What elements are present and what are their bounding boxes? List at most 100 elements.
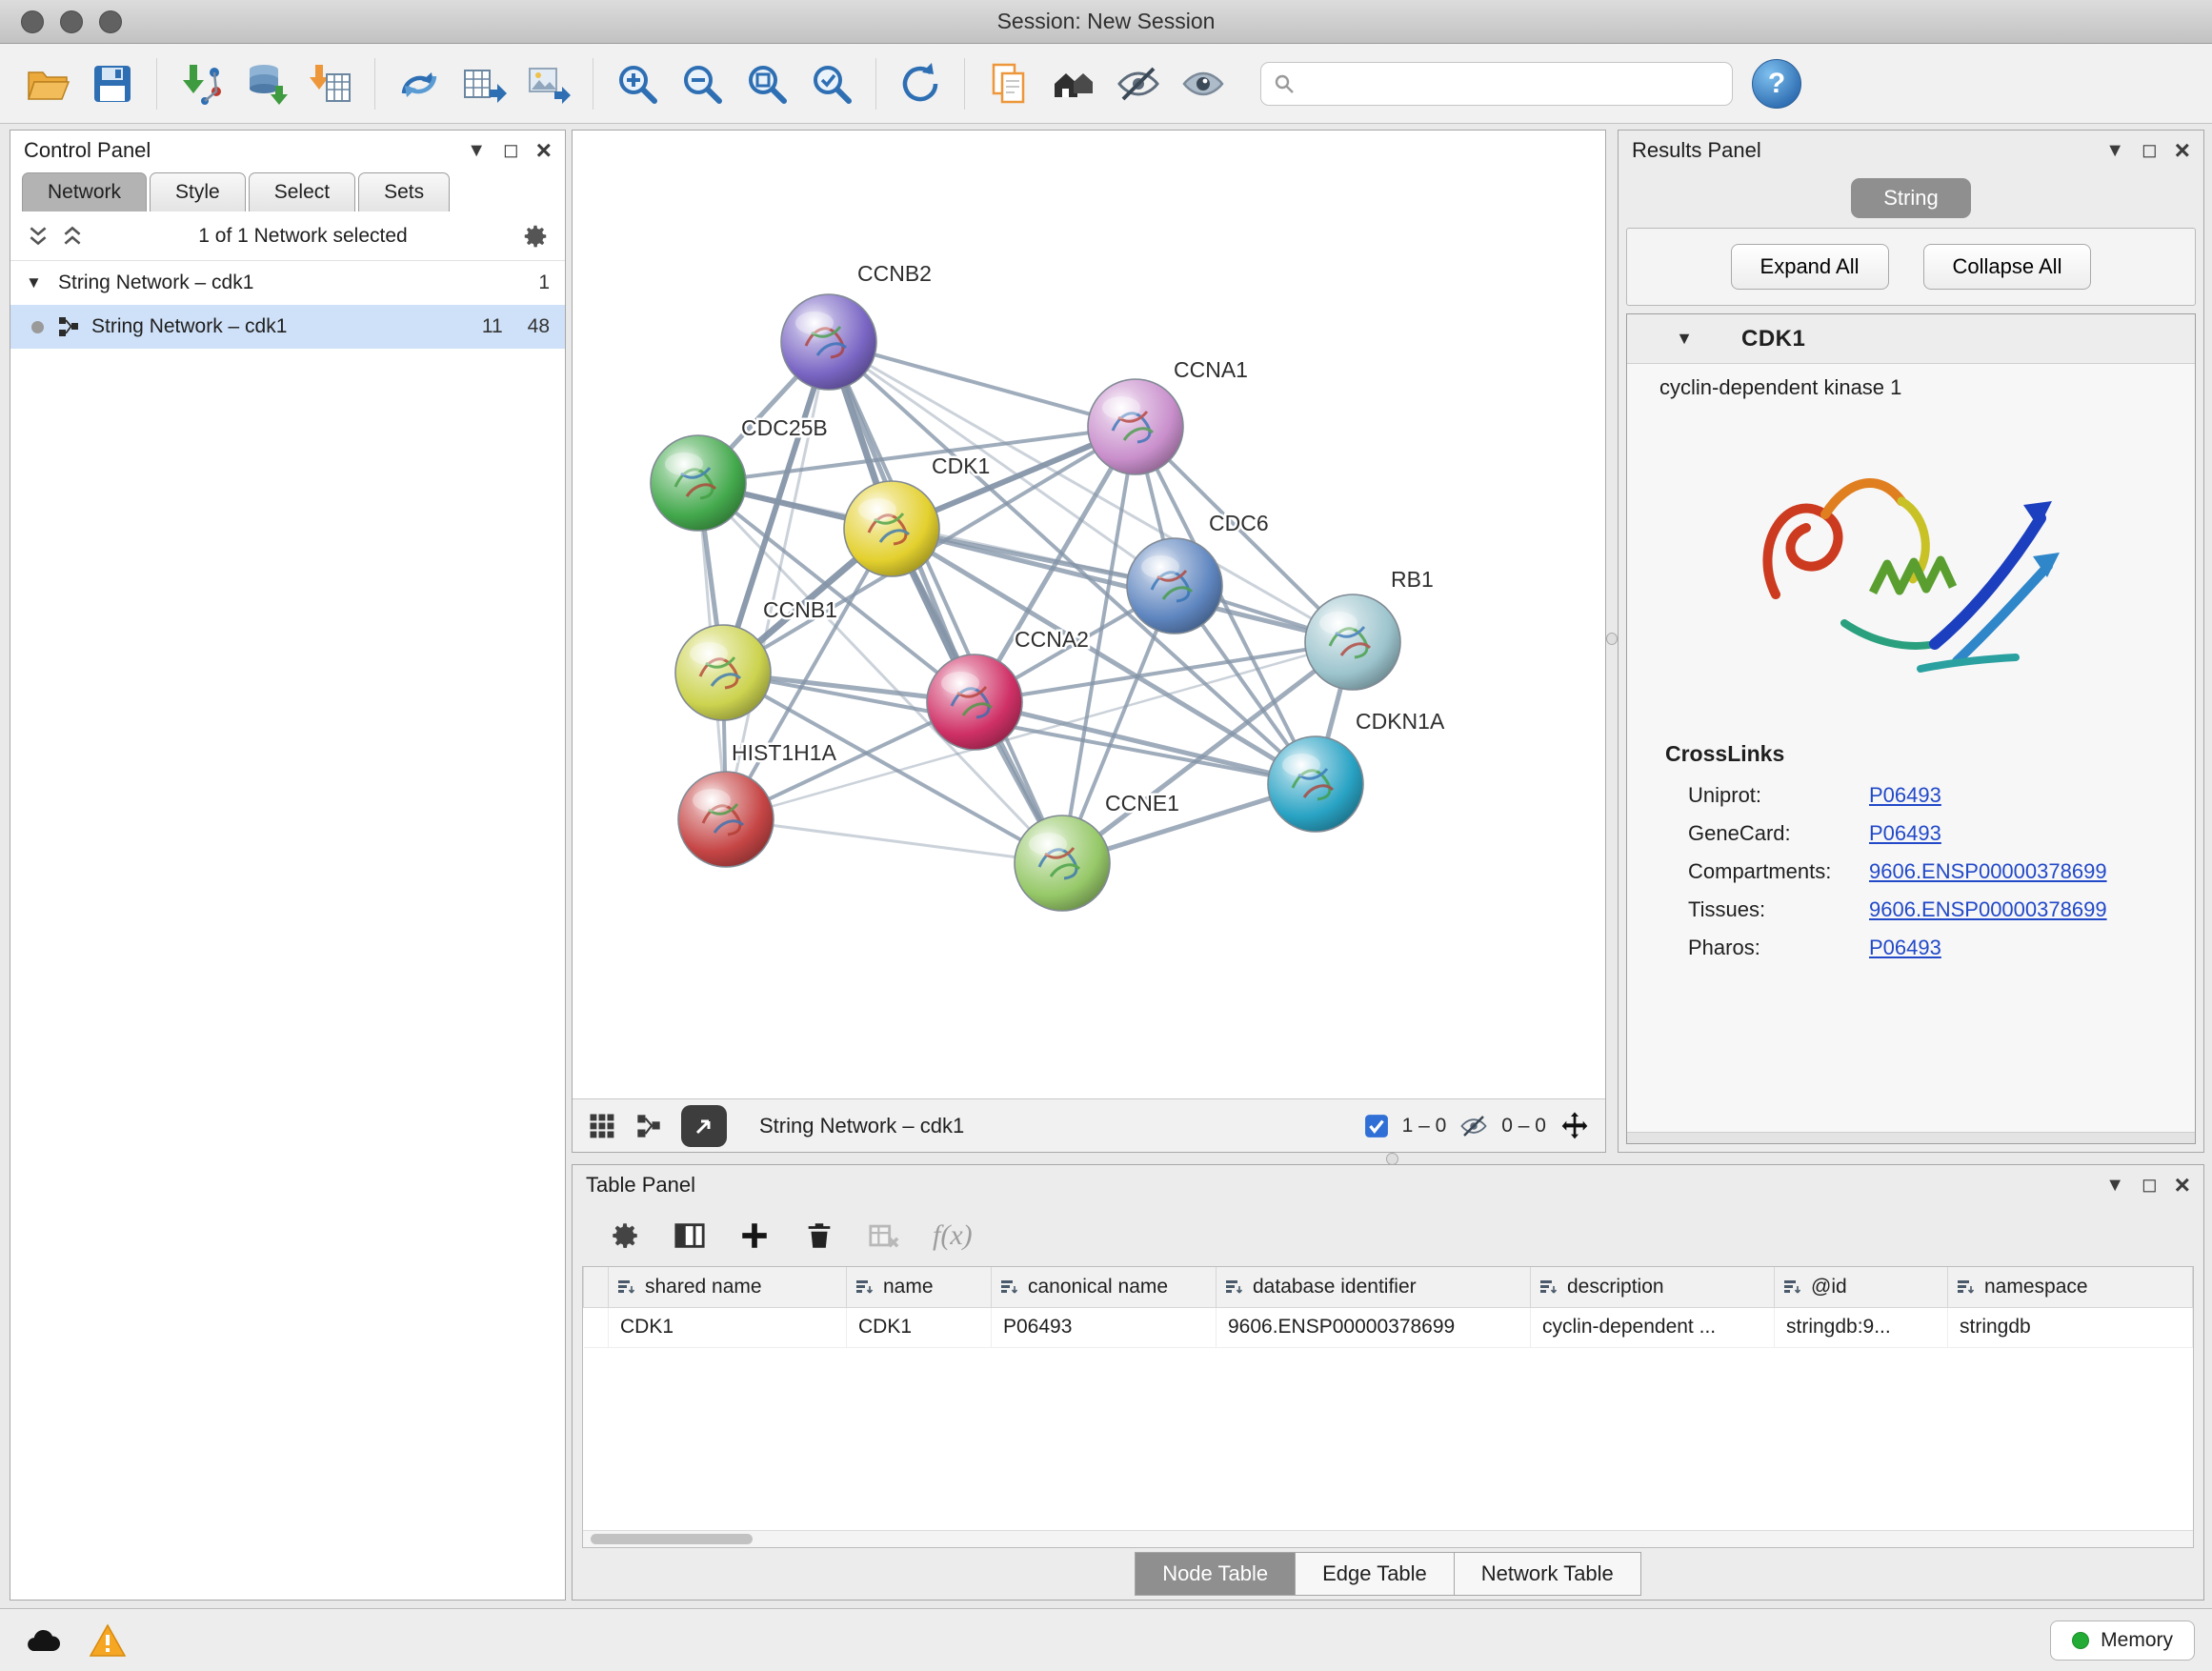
cloud-status-button[interactable] (17, 1620, 69, 1661)
node-CCNA2[interactable] (927, 654, 1022, 750)
import-network-database-button[interactable] (233, 51, 298, 116)
node-CDC25B[interactable] (651, 435, 746, 531)
crosslink-compartments-link[interactable]: 9606.ENSP00000378699 (1869, 859, 2107, 884)
network-options-gear-icon[interactable] (521, 222, 550, 251)
network-merge-button[interactable] (387, 51, 452, 116)
column-header-name[interactable]: name (847, 1267, 992, 1307)
close-panel-icon[interactable]: × (2175, 137, 2190, 164)
panel-menu-icon[interactable]: ▼ (2105, 1176, 2124, 1195)
column-header-canonical-name[interactable]: canonical name (992, 1267, 1217, 1307)
edge-HIST1H1A-CCNE1[interactable] (726, 819, 1062, 863)
open-in-new-window-button[interactable] (681, 1105, 727, 1147)
table-options-gear-button[interactable] (609, 1219, 641, 1252)
help-button[interactable]: ? (1752, 59, 1801, 109)
crosslink-tissues-link[interactable]: 9606.ENSP00000378699 (1869, 897, 2107, 922)
tab-style[interactable]: Style (150, 172, 246, 211)
zoom-out-button[interactable] (670, 51, 734, 116)
memory-button[interactable]: Memory (2050, 1621, 2195, 1661)
expand-all-networks-icon[interactable] (26, 224, 50, 249)
hidden-eye-slash-icon[interactable] (1459, 1112, 1488, 1140)
tab-network-table[interactable]: Network Table (1455, 1552, 1641, 1596)
network-canvas[interactable]: CCNB2CCNA1CDC25BCDK1CDC6RB1CCNB1CCNA2CDK… (573, 131, 1605, 1098)
string-results-tab[interactable]: String (1851, 178, 1970, 218)
search-input[interactable] (1296, 71, 1720, 96)
crosslink-uniprot-link[interactable]: P06493 (1869, 783, 1941, 808)
table-horizontal-scrollbar[interactable] (583, 1530, 2193, 1547)
minimize-window-button[interactable] (60, 10, 83, 33)
float-panel-icon[interactable]: ◻ (503, 141, 519, 160)
node-CCNA1[interactable] (1088, 379, 1183, 474)
column-header-database-identifier[interactable]: database identifier (1217, 1267, 1531, 1307)
node-HIST1H1A[interactable] (678, 772, 774, 867)
zoom-fit-button[interactable] (734, 51, 799, 116)
zoom-window-button[interactable] (99, 10, 122, 33)
edge-CDK1-RB1[interactable] (892, 529, 1353, 642)
tab-select[interactable]: Select (249, 172, 355, 211)
import-network-file-button[interactable] (169, 51, 233, 116)
gene-expander-icon[interactable]: ▼ (1627, 329, 1741, 349)
tab-edge-table[interactable]: Edge Table (1296, 1552, 1455, 1596)
collection-expander-icon[interactable]: ▼ (26, 273, 47, 292)
node-CDC6[interactable] (1127, 538, 1222, 634)
zoom-in-button[interactable] (605, 51, 670, 116)
crosslink-pharos-link[interactable]: P06493 (1869, 936, 1941, 960)
share-network-icon[interactable] (635, 1113, 662, 1139)
close-panel-icon[interactable]: × (536, 137, 552, 164)
node-CCNE1[interactable] (1015, 815, 1110, 911)
gene-header[interactable]: ▼ CDK1 (1627, 314, 2195, 364)
tab-sets[interactable]: Sets (358, 172, 450, 211)
column-header-shared-name[interactable]: shared name (609, 1267, 847, 1307)
create-column-button[interactable] (738, 1219, 771, 1252)
warnings-button[interactable] (82, 1620, 133, 1661)
export-image-button[interactable] (516, 51, 581, 116)
results-scrollbar[interactable] (1627, 1132, 2195, 1143)
save-session-button[interactable] (80, 51, 145, 116)
copy-documents-button[interactable] (976, 51, 1041, 116)
zoom-in-icon (614, 61, 660, 107)
expand-all-button[interactable]: Expand All (1731, 244, 1889, 290)
node-CDKN1A[interactable] (1268, 736, 1363, 832)
cell-namespace: stringdb (1948, 1307, 2193, 1347)
column-header-description[interactable]: description (1531, 1267, 1775, 1307)
delete-column-button[interactable] (803, 1219, 835, 1252)
panel-menu-icon[interactable]: ▼ (467, 141, 486, 160)
table-row[interactable]: CDK1 CDK1 P06493 9606.ENSP00000378699 cy… (584, 1307, 2193, 1347)
network-row[interactable]: String Network – cdk1 11 48 (10, 305, 565, 349)
edge-CCNB2-CCNE1[interactable] (829, 342, 1062, 863)
collapse-all-button[interactable]: Collapse All (1923, 244, 2092, 290)
birds-eye-grid-icon[interactable] (588, 1112, 616, 1140)
float-panel-icon[interactable]: ◻ (2142, 1176, 2158, 1195)
show-columns-button[interactable] (674, 1219, 706, 1252)
node-CCNB1[interactable] (675, 625, 771, 720)
close-window-button[interactable] (21, 10, 44, 33)
clear-table-button[interactable] (868, 1219, 900, 1252)
show-all-button[interactable] (1171, 51, 1236, 116)
vertical-splitter[interactable] (1606, 124, 1618, 1153)
pan-move-icon[interactable] (1559, 1111, 1590, 1141)
node-label-CCNE1: CCNE1 (1105, 791, 1179, 815)
function-builder-button[interactable]: f(x) (933, 1219, 973, 1252)
home-neighbors-button[interactable] (1041, 51, 1106, 116)
apply-layout-button[interactable] (888, 51, 953, 116)
network-collection-row[interactable]: ▼ String Network – cdk1 1 (10, 261, 565, 305)
column-header-namespace[interactable]: namespace (1948, 1267, 2193, 1307)
open-session-button[interactable] (15, 51, 80, 116)
close-panel-icon[interactable]: × (2175, 1172, 2190, 1198)
column-header-id[interactable]: @id (1775, 1267, 1948, 1307)
zoom-selected-button[interactable] (799, 51, 864, 116)
node-CDK1[interactable] (844, 481, 939, 576)
import-table-button[interactable] (298, 51, 363, 116)
node-RB1[interactable] (1305, 594, 1400, 690)
float-panel-icon[interactable]: ◻ (2142, 141, 2158, 160)
collapse-all-networks-icon[interactable] (60, 224, 85, 249)
scrollbar-thumb[interactable] (591, 1534, 753, 1544)
panel-menu-icon[interactable]: ▼ (2105, 141, 2124, 160)
horizontal-splitter[interactable] (572, 1153, 2212, 1164)
crosslink-genecard-link[interactable]: P06493 (1869, 821, 1941, 846)
tab-node-table[interactable]: Node Table (1135, 1552, 1296, 1596)
selected-checkbox-icon[interactable] (1364, 1114, 1389, 1138)
hide-selected-button[interactable] (1106, 51, 1171, 116)
node-CCNB2[interactable] (781, 294, 876, 390)
tab-network[interactable]: Network (22, 172, 147, 211)
export-table-button[interactable] (452, 51, 516, 116)
